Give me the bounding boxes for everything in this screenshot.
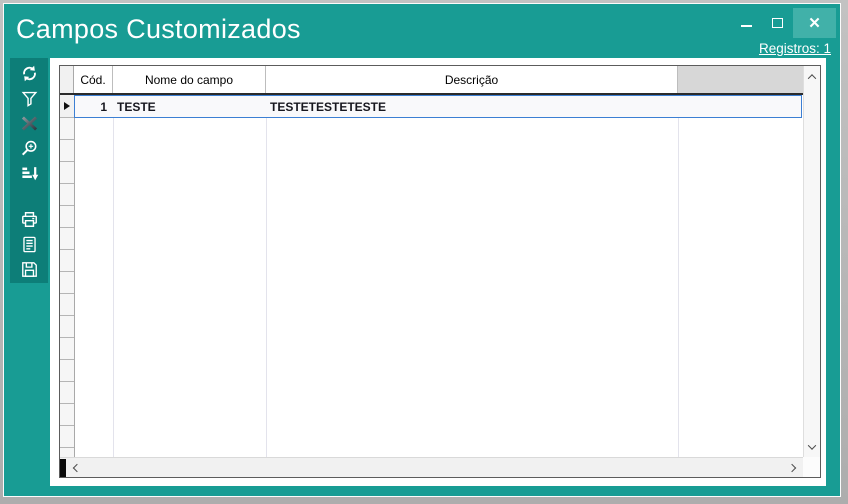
desktop-shadow: Campos Customizados ✕ Registros: 1 <box>0 0 848 504</box>
report-icon <box>20 235 39 254</box>
grid-column-line <box>113 95 114 457</box>
maximize-icon <box>772 18 783 28</box>
grid-column-line <box>266 95 267 457</box>
sort-button[interactable] <box>12 161 46 185</box>
save-icon <box>20 260 39 279</box>
close-icon: ✕ <box>808 16 821 31</box>
filter-icon <box>20 89 39 108</box>
zoom-search-button[interactable] <box>12 136 46 160</box>
data-grid: Cód. Nome do campo Descrição 1 TESTE TES… <box>59 65 821 478</box>
column-header-descricao[interactable]: Descrição <box>266 66 678 93</box>
print-icon <box>20 210 39 229</box>
refresh-icon <box>20 64 39 83</box>
cell-descricao[interactable]: TESTETESTETESTE <box>266 95 677 118</box>
save-button[interactable] <box>12 257 46 281</box>
grid-column-line <box>678 95 679 457</box>
report-button[interactable] <box>12 232 46 256</box>
row-indicator-icon <box>64 102 70 110</box>
column-header-cod[interactable]: Cód. <box>74 66 113 93</box>
window: Campos Customizados ✕ Registros: 1 <box>3 3 841 497</box>
table-row[interactable]: 1 TESTE TESTETESTETESTE <box>60 95 803 118</box>
vertical-scrollbar[interactable] <box>803 66 820 457</box>
content-area: Cód. Nome do campo Descrição 1 TESTE TES… <box>50 58 826 486</box>
print-button[interactable] <box>12 207 46 231</box>
chevron-down-icon <box>808 441 816 449</box>
filter-button[interactable] <box>12 86 46 110</box>
refresh-button[interactable] <box>12 61 46 85</box>
scrollbar-corner <box>803 457 820 477</box>
zoom-search-icon <box>20 139 39 158</box>
horizontal-scrollbar[interactable] <box>60 457 803 477</box>
titlebar: Campos Customizados ✕ Registros: 1 <box>4 4 840 58</box>
empty-row-selector-cells <box>60 118 74 457</box>
chevron-up-icon <box>808 74 816 82</box>
clear-filter-button[interactable] <box>12 111 46 135</box>
scroll-right-button[interactable] <box>783 458 801 477</box>
sort-icon <box>20 164 39 183</box>
scroll-left-button[interactable] <box>68 458 86 477</box>
scroll-down-button[interactable] <box>804 438 820 455</box>
window-title: Campos Customizados <box>16 14 301 45</box>
minimize-button[interactable] <box>731 8 762 38</box>
chevron-right-icon <box>788 463 796 471</box>
row-indicator-cell <box>60 95 74 118</box>
close-button[interactable]: ✕ <box>793 8 836 38</box>
cell-nome[interactable]: TESTE <box>113 95 265 118</box>
cell-cod[interactable]: 1 <box>75 95 112 118</box>
window-controls: ✕ <box>731 8 836 38</box>
clear-filter-icon <box>20 114 39 133</box>
chevron-left-icon <box>73 463 81 471</box>
selector-column-border <box>74 95 75 457</box>
minimize-icon <box>741 25 752 27</box>
horizontal-scroll-thumb[interactable] <box>60 459 66 477</box>
scroll-up-button[interactable] <box>804 68 820 85</box>
column-header-nome[interactable]: Nome do campo <box>113 66 266 93</box>
registros-link[interactable]: Registros: 1 <box>759 41 831 56</box>
column-header-extra <box>678 66 803 93</box>
maximize-button[interactable] <box>762 8 793 38</box>
header-selector-cell <box>60 66 74 93</box>
toolbar <box>10 58 48 283</box>
